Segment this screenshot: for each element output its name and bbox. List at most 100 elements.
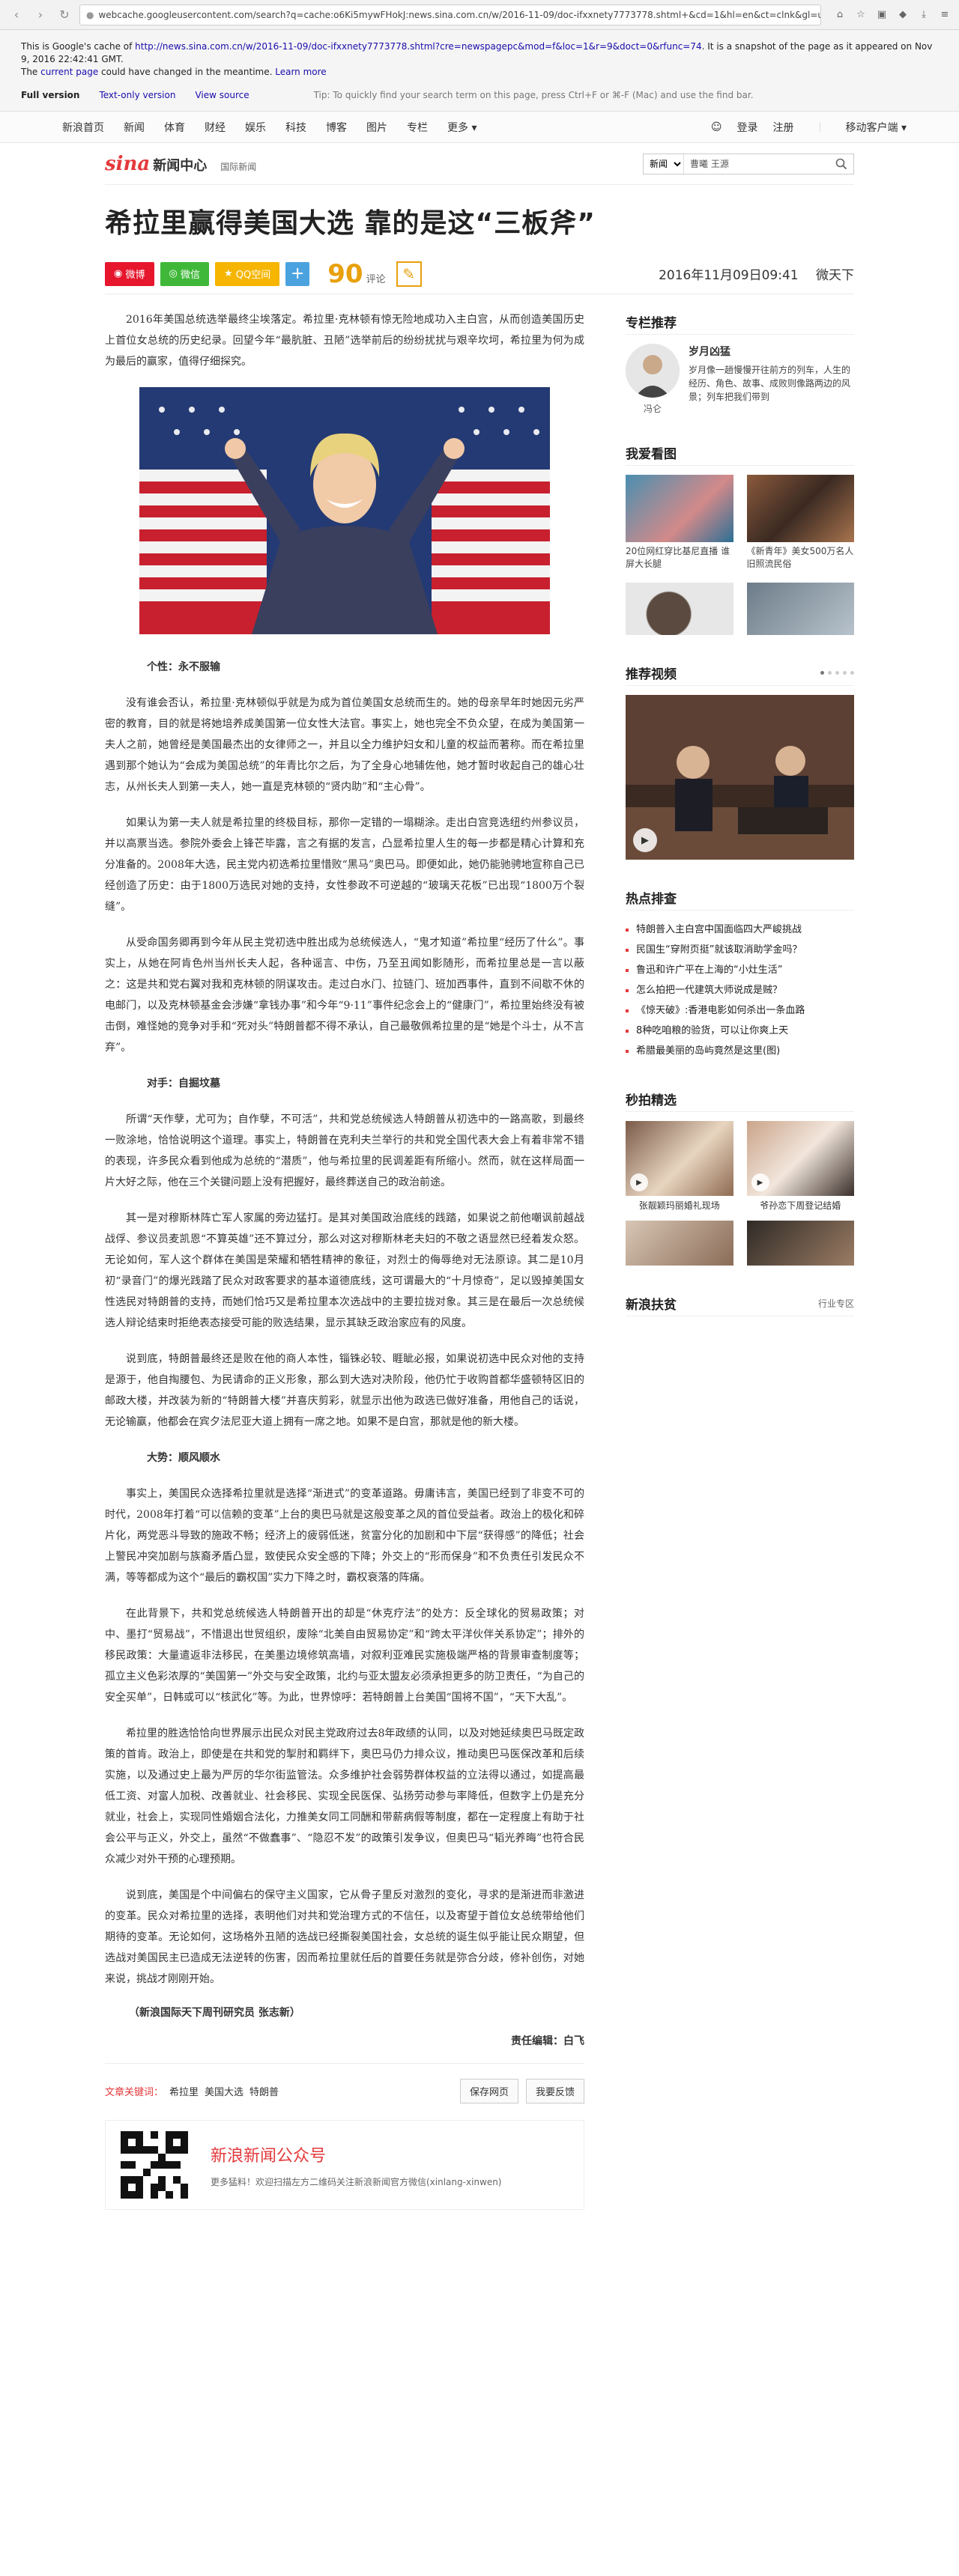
- column-name[interactable]: 岁月凶猛: [689, 344, 854, 359]
- search-box: 新闻: [643, 153, 854, 174]
- search-input[interactable]: [684, 154, 829, 174]
- nav-item-news[interactable]: 新闻: [114, 120, 154, 135]
- current-page-link[interactable]: current page: [40, 67, 98, 77]
- nav-item-finance[interactable]: 财经: [195, 120, 235, 135]
- photo-thumb: [626, 475, 733, 542]
- nav-item-ent[interactable]: 娱乐: [235, 120, 276, 135]
- publish-date: 2016年11月09日09:41: [659, 268, 799, 283]
- mobile-client-link[interactable]: 移动客户端 ▾: [846, 120, 907, 135]
- photo-thumb: [746, 583, 854, 635]
- column-card[interactable]: 冯仑 岁月凶猛 岁月像一趟慢慢开往前方的列车，人生的经历、角色、故事、成败则像路…: [626, 344, 854, 415]
- back-icon[interactable]: ‹: [7, 6, 25, 24]
- nav-item-blog[interactable]: 博客: [316, 120, 357, 135]
- photo-item[interactable]: 《新青年》美女500万名人旧照流民俗: [746, 475, 854, 571]
- list-item[interactable]: 8种吃咱粮的验货，可以让你爽上天: [626, 1021, 854, 1041]
- photo-item[interactable]: 20位网红穿比基尼直播 谁屏大长腿: [626, 475, 733, 571]
- shield-icon[interactable]: ◆: [896, 8, 910, 22]
- author-avatar-box: 冯仑: [626, 344, 680, 415]
- video-pick-item[interactable]: ▶ 张靓颖玛丽婚礼现场: [626, 1121, 733, 1212]
- play-icon[interactable]: ▶: [633, 828, 657, 852]
- list-item[interactable]: 民国生“穿附页挺”就该取消助学金吗？: [626, 940, 854, 960]
- article-body: 2016年美国总统选举最终尘埃落定。希拉里·克林顿有惊无险地成功入主白宫，从而创…: [105, 309, 584, 2210]
- video-pick-caption: 爷孙恋下周登记结婚: [760, 1200, 841, 1211]
- nav-item-column[interactable]: 专栏: [397, 120, 438, 135]
- author-signature: （新浪国际天下周刊研究员 张志新）: [129, 2007, 300, 2019]
- list-item[interactable]: 特朗普入主白宫中国面临四大严峻挑战: [626, 920, 854, 940]
- video-thumb[interactable]: ▶: [626, 695, 854, 860]
- learn-more-link[interactable]: Learn more: [275, 67, 326, 77]
- weibo-icon: ◉: [114, 268, 126, 279]
- section-heading: 大势：顺风顺水: [147, 1452, 220, 1464]
- save-page-button[interactable]: 保存网页: [459, 2079, 518, 2103]
- search-icon[interactable]: [829, 154, 853, 174]
- video-pick-item[interactable]: ▶ 爷孙恋下周登记结婚: [746, 1121, 854, 1212]
- sina-fuping: 新浪扶贫 行业专区: [626, 1291, 854, 1316]
- search-scope-select[interactable]: 新闻: [644, 154, 684, 174]
- column-info: 岁月凶猛 岁月像一趟慢慢开往前方的列车，人生的经历、角色、故事、成败则像路两边的…: [689, 344, 854, 415]
- download-icon[interactable]: ⤓: [917, 8, 931, 22]
- tab-view-source[interactable]: View source: [195, 89, 249, 102]
- responsible-editor: 责任编辑：白飞: [511, 2035, 584, 2047]
- list-item[interactable]: 怎么拍把一代建筑大师说成是贼？: [626, 980, 854, 1000]
- share-more-button[interactable]: +: [285, 261, 310, 286]
- video-pick-item[interactable]: [746, 1221, 854, 1266]
- play-icon[interactable]: ▶: [630, 1173, 648, 1191]
- article-photo: [139, 387, 550, 634]
- puzzle-icon[interactable]: ▣: [875, 8, 889, 22]
- star-icon[interactable]: ☆: [854, 8, 868, 22]
- nav-item-more[interactable]: 更多 ▾: [438, 120, 486, 135]
- article-paragraph: 从受命国务卿再到今年从民主党初选中胜出成为总统候选人，“鬼才知道”希拉里“经历了…: [105, 937, 584, 1054]
- share-qzone-button[interactable]: ★ QQ空间: [215, 261, 280, 286]
- nav-item-tech[interactable]: 科技: [276, 120, 316, 135]
- forward-icon[interactable]: ›: [31, 6, 49, 24]
- nav-item-sports[interactable]: 体育: [154, 120, 195, 135]
- wechat-promo: 新浪新闻公众号 更多猛料！欢迎扫描左方二维码关注新浪新闻官方微信(xinlang…: [105, 2120, 584, 2210]
- nav-item-home[interactable]: 新浪首页: [52, 120, 114, 135]
- share-wechat-button[interactable]: ◎ 微信: [160, 261, 209, 286]
- reload-icon[interactable]: ↻: [55, 6, 73, 24]
- industry-link[interactable]: 行业专区: [818, 1297, 854, 1310]
- home-icon[interactable]: ⌂: [833, 8, 847, 22]
- tab-text-only[interactable]: Text-only version: [99, 89, 175, 102]
- browser-toolbar: ‹ › ↻ ● webcache.googleusercontent.com/s…: [0, 0, 959, 30]
- logo-channel: 新闻中心: [153, 157, 208, 174]
- keyword-link[interactable]: 特朗普: [249, 2084, 279, 2098]
- write-comment-icon[interactable]: ✎: [396, 261, 422, 287]
- video-recommend: 推荐视频 ▶: [626, 660, 854, 860]
- sina-logo[interactable]: sina 新闻中心 国际新闻: [105, 153, 256, 175]
- share-weibo-button[interactable]: ◉ 微博: [105, 261, 154, 286]
- sidebar-title: 专栏推荐: [626, 309, 854, 335]
- video-pick-thumb: [626, 1221, 733, 1266]
- keyword-link[interactable]: 希拉里: [169, 2084, 199, 2098]
- original-url-link[interactable]: http://news.sina.com.cn/w/2016-11-09/doc…: [135, 41, 701, 52]
- register-link[interactable]: 注册: [773, 120, 794, 135]
- keyword-link[interactable]: 美国大选: [205, 2084, 243, 2098]
- login-link[interactable]: 登录: [737, 120, 758, 135]
- address-bar[interactable]: ● webcache.googleusercontent.com/search?…: [79, 4, 821, 25]
- play-icon[interactable]: ▶: [751, 1173, 769, 1191]
- article-source[interactable]: 微天下: [816, 268, 854, 283]
- article-paragraph: 所谓“天作孽，尤可为；自作孽，不可活”，共和党总统候选人特朗普从初选中的一路高歌…: [105, 1114, 584, 1188]
- list-item[interactable]: 《惊天破》:香港电影如何杀出一条血路: [626, 1000, 854, 1021]
- logo-subchannel[interactable]: 国际新闻: [220, 160, 256, 173]
- nav-item-photo[interactable]: 图片: [357, 120, 397, 135]
- sidebar-title: 热点排查: [626, 885, 854, 911]
- photo-item[interactable]: [626, 583, 733, 635]
- sidebar-title: 新浪扶贫 行业专区: [626, 1291, 854, 1316]
- feedback-button[interactable]: 我要反馈: [525, 2079, 584, 2103]
- list-item[interactable]: 希腊最美丽的岛屿竟然是这里(图): [626, 1041, 854, 1061]
- tab-full-version[interactable]: Full version: [21, 89, 79, 102]
- video-pick-thumb: ▶: [626, 1121, 733, 1196]
- site-top-nav: 新浪首页 新闻 体育 财经 娱乐 科技 博客 图片 专栏 更多 ▾ ☺ 登录 注…: [0, 112, 959, 143]
- extensions-area: ⌂ ☆ ▣ ◆ ⤓ ≡: [833, 8, 952, 22]
- article-paragraph: 没有谁会否认，希拉里·克林顿似乎就是为成为首位美国女总统而生的。她的母亲早年时她…: [105, 697, 584, 793]
- carousel-dots[interactable]: [820, 671, 854, 675]
- menu-icon[interactable]: ≡: [938, 8, 952, 22]
- comment-count[interactable]: 90 评论: [327, 259, 385, 289]
- hot-topics: 热点排查 特朗普入主白宫中国面临四大严峻挑战 民国生“穿附页挺”就该取消助学金吗…: [626, 885, 854, 1061]
- list-item[interactable]: 鲁迅和许广平在上海的“小灶生活”: [626, 960, 854, 980]
- photo-item[interactable]: [746, 583, 854, 635]
- chevron-down-icon: ▾: [901, 121, 907, 134]
- section-heading: 个性：永不服输: [147, 661, 220, 673]
- video-pick-item[interactable]: [626, 1221, 733, 1266]
